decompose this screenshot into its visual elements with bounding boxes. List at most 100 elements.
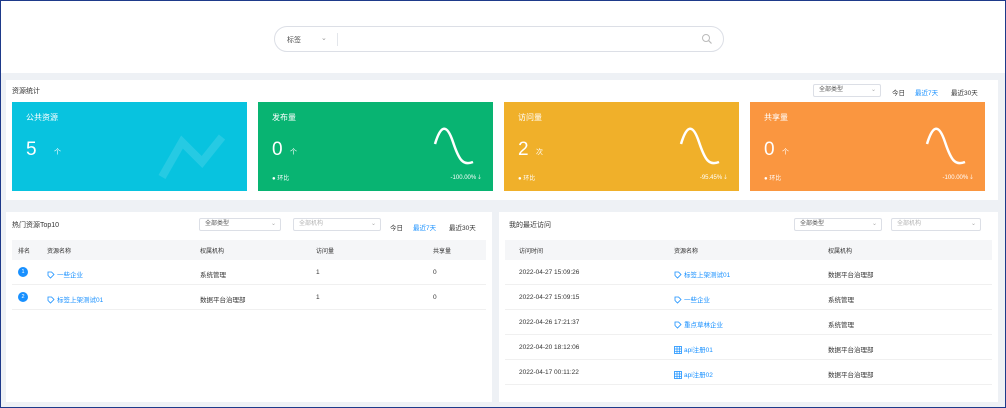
recent-visits-panel: 我的最近访问 全部类型 ⌄ 全部机构 ⌄ 访问时间 资源名称 权属机构 2022… bbox=[499, 212, 998, 402]
org-cell: 系统管理 bbox=[828, 297, 854, 304]
resource-name: 一些企业 bbox=[57, 272, 83, 279]
top-bar: 标签 ⌄ bbox=[1, 1, 1005, 73]
card-title: 发布量 bbox=[272, 113, 296, 122]
resource-name-link[interactable]: 标签上架测试01 bbox=[47, 294, 103, 304]
time-cell: 2022-04-20 18:12:06 bbox=[519, 344, 580, 351]
shares-cell: 0 bbox=[433, 269, 437, 276]
chevron-down-icon[interactable]: ⌄ bbox=[321, 34, 327, 42]
chevron-down-icon: ⌄ bbox=[370, 221, 376, 227]
visits-cell: 1 bbox=[316, 269, 320, 276]
compare-value-text: -100.00% bbox=[450, 175, 477, 181]
type-filter-value: 全部类型 bbox=[205, 221, 230, 227]
column-header-name: 资源名称 bbox=[47, 249, 72, 255]
table-row: 1 一些企业 系统管理 1 0 bbox=[12, 260, 486, 285]
card-unit: 个 bbox=[54, 149, 61, 156]
stat-card-visit-count: 访问量 2 次 ● 环比 -95.45% 🡓 bbox=[504, 102, 739, 191]
range-last-30-days[interactable]: 最近30天 bbox=[951, 87, 978, 97]
org-filter-placeholder: 全部机构 bbox=[897, 221, 922, 227]
compare-value: -95.45% 🡓 bbox=[700, 173, 727, 183]
compare-label-text: 环比 bbox=[769, 176, 782, 182]
range-last-7-days[interactable]: 最近7天 bbox=[413, 222, 436, 232]
resource-name: 一些企业 bbox=[684, 297, 710, 304]
section-title: 资源统计 bbox=[12, 88, 40, 95]
resource-name-link[interactable]: 一些企业 bbox=[47, 269, 83, 279]
search-icon[interactable] bbox=[701, 33, 713, 47]
table-row: 2 标签上架测试01 数据平台治理部 1 0 bbox=[12, 285, 486, 310]
type-filter-dropdown[interactable]: 全部类型 ⌄ bbox=[794, 218, 882, 231]
time-cell: 2022-04-26 17:21:37 bbox=[519, 319, 580, 326]
top10-panel: 热门资源Top10 全部类型 ⌄ 全部机构 ⌄ 今日 最近7天 最近30天 排名… bbox=[6, 212, 492, 402]
compare-value: -100.00% 🡓 bbox=[451, 173, 481, 183]
org-filter-dropdown[interactable]: 全部机构 ⌄ bbox=[891, 218, 981, 231]
range-today[interactable]: 今日 bbox=[892, 87, 905, 97]
app-frame: 标签 ⌄ 资源统计 全部类型 ⌄ 今日 最近7天 最近30天 公共资源 5 个 … bbox=[1, 1, 1005, 407]
sparkline-chart bbox=[679, 127, 720, 165]
org-cell: 数据平台治理部 bbox=[200, 297, 246, 304]
stat-card-public-resources: 公共资源 5 个 bbox=[12, 102, 247, 191]
tag-icon bbox=[47, 271, 55, 279]
org-filter-placeholder: 全部机构 bbox=[299, 221, 324, 227]
card-title: 访问量 bbox=[518, 113, 542, 122]
column-header-org: 权属机构 bbox=[200, 249, 225, 255]
rank-badge: 1 bbox=[18, 267, 28, 277]
chevron-down-icon: ⌄ bbox=[871, 221, 877, 227]
arrow-down-icon: 🡓 bbox=[477, 175, 481, 181]
stat-card-share-count: 共享量 0 个 ● 环比 -100.00% 🡓 bbox=[750, 102, 985, 191]
type-filter-value: 全部类型 bbox=[819, 87, 844, 93]
org-cell: 数据平台治理部 bbox=[828, 372, 874, 379]
resource-name-link[interactable]: api注册01 bbox=[674, 344, 713, 354]
resource-name: 标签上架测试01 bbox=[57, 297, 104, 304]
visits-cell: 1 bbox=[316, 294, 320, 301]
card-title: 公共资源 bbox=[26, 113, 58, 122]
arrow-down-icon: 🡓 bbox=[723, 175, 727, 181]
rank-badge: 2 bbox=[18, 292, 28, 302]
range-today[interactable]: 今日 bbox=[390, 222, 403, 232]
resource-name-link[interactable]: 重点草林企业 bbox=[674, 319, 723, 329]
type-filter-value: 全部类型 bbox=[800, 221, 825, 227]
sparkline-chart bbox=[925, 127, 966, 165]
org-filter-dropdown[interactable]: 全部机构 ⌄ bbox=[293, 218, 381, 231]
tag-icon bbox=[674, 271, 682, 279]
search-type-select[interactable]: 标签 bbox=[287, 35, 301, 45]
resource-name-link[interactable]: api注册02 bbox=[674, 369, 713, 379]
type-filter-dropdown[interactable]: 全部类型 ⌄ bbox=[199, 218, 281, 231]
column-header-org: 权属机构 bbox=[828, 249, 853, 255]
table-header: 访问时间 资源名称 权属机构 bbox=[505, 240, 992, 260]
resource-name: api注册02 bbox=[684, 372, 713, 379]
range-last-7-days[interactable]: 最近7天 bbox=[915, 87, 938, 97]
tag-icon bbox=[47, 296, 55, 304]
search-bar[interactable]: 标签 ⌄ bbox=[274, 26, 724, 52]
column-header-rank: 排名 bbox=[18, 249, 31, 255]
arrow-down-icon: 🡓 bbox=[969, 175, 973, 181]
watermark-icon bbox=[158, 134, 226, 179]
card-unit: 个 bbox=[782, 149, 789, 156]
card-unit: 个 bbox=[290, 149, 297, 156]
resource-name-link[interactable]: 标签上架测试01 bbox=[674, 269, 730, 279]
resource-name: 重点草林企业 bbox=[684, 322, 723, 329]
card-value: 0 bbox=[764, 139, 775, 160]
time-cell: 2022-04-27 15:09:26 bbox=[519, 269, 580, 276]
resource-name-link[interactable]: 一些企业 bbox=[674, 294, 710, 304]
resource-name: api注册01 bbox=[684, 347, 713, 354]
table-row: 2022-04-17 00:11:22 api注册02 数据平台治理部 bbox=[505, 360, 992, 385]
tag-icon bbox=[674, 321, 682, 329]
compare-value: -100.00% 🡓 bbox=[943, 173, 973, 183]
column-header-name: 资源名称 bbox=[674, 249, 699, 255]
search-divider bbox=[337, 33, 338, 46]
panel-title: 我的最近访问 bbox=[509, 222, 551, 229]
chevron-down-icon: ⌄ bbox=[970, 221, 976, 227]
table-icon bbox=[674, 346, 682, 354]
compare-label: ● 环比 bbox=[764, 176, 782, 182]
sparkline-chart bbox=[433, 127, 474, 165]
type-filter-dropdown[interactable]: 全部类型 ⌄ bbox=[813, 84, 881, 97]
table-row: 2022-04-26 17:21:37 重点草林企业 系统管理 bbox=[505, 310, 992, 335]
column-header-shares: 共享量 bbox=[433, 249, 452, 255]
range-last-30-days[interactable]: 最近30天 bbox=[449, 222, 476, 232]
panel-title: 热门资源Top10 bbox=[12, 222, 60, 229]
column-header-visits: 访问量 bbox=[316, 249, 335, 255]
tag-icon bbox=[674, 296, 682, 304]
table-header: 排名 资源名称 权属机构 访问量 共享量 bbox=[12, 240, 486, 260]
compare-label: ● 环比 bbox=[272, 176, 290, 182]
org-cell: 系统管理 bbox=[828, 322, 854, 329]
column-header-time: 访问时间 bbox=[519, 249, 544, 255]
